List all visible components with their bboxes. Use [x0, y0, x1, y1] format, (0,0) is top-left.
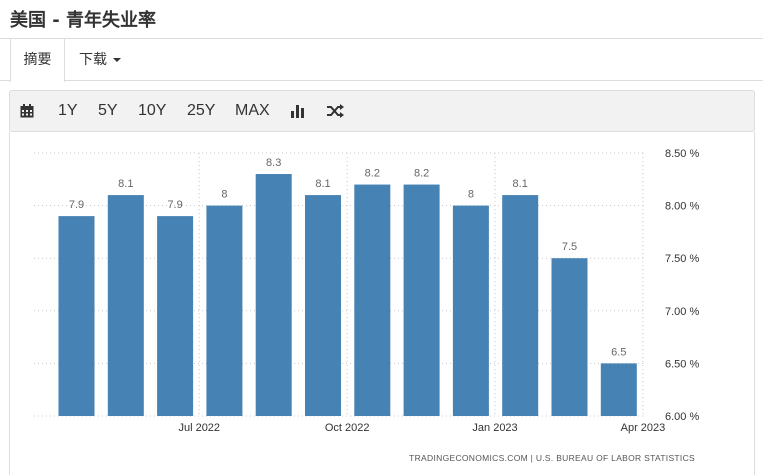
bar: [502, 195, 539, 416]
x-tick-label: Apr 2023: [621, 422, 666, 434]
range-25y-button[interactable]: 25Y: [187, 91, 215, 131]
chart-area: 6.00 % 6.50 % 7.00 % 7.50 % 8.00 % 8.50 % 7.9 8…: [9, 132, 755, 475]
bar: [551, 258, 588, 416]
bar: [157, 216, 194, 416]
bar-value-label: 8.2: [414, 168, 429, 180]
range-max-button[interactable]: MAX: [235, 91, 270, 131]
y-tick-label: 8.00 %: [665, 201, 699, 213]
bar-value-label: 6.5: [611, 346, 626, 358]
bar-value-label: 8.1: [315, 178, 330, 190]
y-tick-label: 6.00 %: [665, 411, 699, 423]
bar: [206, 205, 243, 416]
tab-summary[interactable]: 摘要: [10, 39, 65, 82]
calendar-icon: [20, 104, 34, 118]
source-label: TRADINGECONOMICS.COM | U.S. BUREAU OF LA…: [409, 453, 695, 463]
x-tick-label: Jul 2022: [178, 422, 220, 434]
x-tick-label: Jan 2023: [472, 422, 517, 434]
calendar-button[interactable]: [20, 91, 36, 131]
bar-value-label: 8.2: [365, 168, 380, 180]
bar-value-label: 8: [221, 189, 227, 201]
x-tick-label: Oct 2022: [325, 422, 370, 434]
bar: [305, 195, 341, 416]
bar-chart: 6.00 % 6.50 % 7.00 % 7.50 % 8.00 % 8.50 % 7.9 8…: [34, 148, 699, 463]
bar-value-label: 8.1: [118, 178, 133, 190]
tab-download-label: 下载: [79, 52, 107, 68]
bar: [403, 184, 440, 416]
chart-type-button[interactable]: [291, 91, 305, 131]
bar-value-label: 8: [468, 189, 474, 201]
bar: [354, 184, 391, 416]
compare-button[interactable]: [327, 91, 345, 131]
y-tick-label: 6.50 %: [665, 358, 699, 370]
chevron-down-icon: [113, 58, 121, 62]
range-5y-button[interactable]: 5Y: [98, 91, 118, 131]
bar-value-label: 7.5: [562, 241, 577, 253]
bar-chart-icon: [291, 105, 304, 118]
tab-download[interactable]: 下载: [79, 39, 121, 81]
chart-toolbar: 1Y 5Y 10Y 25Y MAX: [9, 90, 755, 132]
bar: [255, 174, 292, 416]
page-title: 美国 - 青年失业率: [10, 10, 157, 31]
y-tick-label: 7.00 %: [665, 306, 699, 318]
tab-bar: 摘要 下载: [0, 38, 763, 82]
y-tick-label: 7.50 %: [665, 253, 699, 265]
bar-value-label: 8.1: [513, 178, 528, 190]
bar: [58, 216, 95, 416]
range-10y-button[interactable]: 10Y: [138, 91, 166, 131]
bar: [452, 205, 489, 416]
bar-value-label: 8.3: [266, 157, 281, 169]
bar-value-label: 7.9: [167, 199, 182, 211]
bar: [600, 363, 637, 416]
range-1y-button[interactable]: 1Y: [58, 91, 78, 131]
bar-value-label: 7.9: [69, 199, 84, 211]
y-tick-label: 8.50 %: [665, 148, 699, 160]
bar: [107, 195, 144, 416]
shuffle-icon: [327, 104, 344, 118]
